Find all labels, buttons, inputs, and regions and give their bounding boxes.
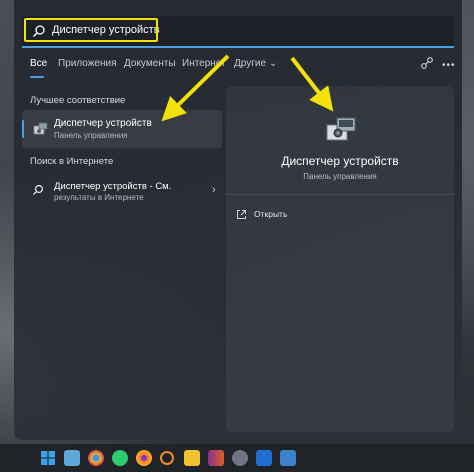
winrar-icon[interactable] xyxy=(208,450,224,466)
search-app-icon[interactable] xyxy=(160,451,174,465)
explorer-icon[interactable] xyxy=(184,450,200,466)
firefox-icon[interactable] xyxy=(136,450,152,466)
best-match-subtitle: Панель управления xyxy=(54,131,128,140)
share-icon[interactable] xyxy=(420,56,434,70)
tab-more-label: Другие xyxy=(234,58,267,69)
preview-divider xyxy=(226,194,454,195)
tab-web[interactable]: Интернет xyxy=(182,58,226,69)
web-search-icon xyxy=(33,185,43,195)
search-panel: Диспетчер устройств Все Приложения Докум… xyxy=(14,0,462,440)
device-manager-large-icon xyxy=(326,117,356,141)
selection-accent xyxy=(22,120,24,138)
tab-apps[interactable]: Приложения xyxy=(58,58,117,69)
preview-title: Диспетчер устройств xyxy=(281,154,399,168)
best-match-heading: Лучшее соответствие xyxy=(30,95,126,106)
mail-icon[interactable] xyxy=(256,450,272,466)
photos-icon[interactable] xyxy=(64,450,80,466)
chrome-icon[interactable] xyxy=(88,450,104,466)
windows-icon[interactable] xyxy=(40,450,56,466)
tab-more[interactable]: Другие ⌄ xyxy=(234,58,277,69)
web-result-subtitle: результаты в Интернете xyxy=(54,193,144,202)
tab-active-indicator xyxy=(30,76,44,78)
chevron-right-icon: › xyxy=(212,184,216,196)
tab-all[interactable]: Все xyxy=(30,58,47,69)
best-match-title: Диспетчер устройств xyxy=(54,118,152,129)
search-bar[interactable]: Диспетчер устройств xyxy=(22,16,454,48)
other-icon[interactable] xyxy=(280,450,296,466)
web-search-result[interactable]: Диспетчер устройств - См. результаты в И… xyxy=(22,178,222,208)
tab-documents[interactable]: Документы xyxy=(124,58,176,69)
open-label: Открыть xyxy=(254,209,288,219)
search-highlight-box xyxy=(24,18,158,42)
device-manager-icon xyxy=(33,122,48,135)
chevron-down-icon: ⌄ xyxy=(268,58,278,69)
preview-pane: Диспетчер устройств Панель управления От… xyxy=(226,86,454,432)
settings-icon[interactable] xyxy=(232,450,248,466)
web-search-heading: Поиск в Интернете xyxy=(30,156,114,167)
web-result-title: Диспетчер устройств - См. xyxy=(54,181,172,192)
best-match-result[interactable]: Диспетчер устройств Панель управления xyxy=(22,110,222,148)
open-external-icon xyxy=(237,210,246,219)
taskbar xyxy=(0,444,474,472)
more-options-icon[interactable]: ••• xyxy=(442,60,456,71)
preview-subtitle: Панель управления xyxy=(303,172,377,181)
whatsapp-icon[interactable] xyxy=(112,450,128,466)
